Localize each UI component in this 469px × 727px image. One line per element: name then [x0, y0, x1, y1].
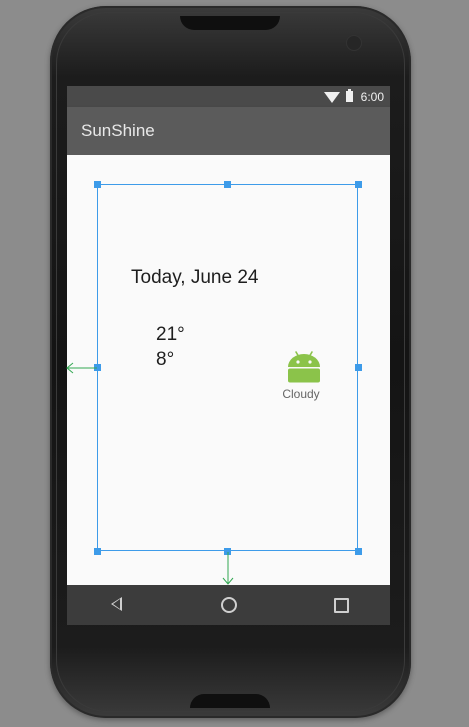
high-temperature[interactable]: 21°	[156, 324, 185, 346]
resize-handle-top-right[interactable]	[355, 181, 362, 188]
wifi-icon	[323, 92, 340, 103]
resize-handle-bottom-left[interactable]	[94, 548, 101, 555]
status-bar: 6:00	[67, 86, 390, 107]
low-temperature[interactable]: 8°	[156, 349, 174, 371]
earpiece	[180, 16, 280, 30]
navigation-bar	[67, 585, 390, 625]
date-text[interactable]: Today, June 24	[131, 267, 258, 289]
forecast-description[interactable]: Cloudy	[273, 387, 329, 401]
front-camera	[346, 35, 362, 51]
resize-handle-bottom-right[interactable]	[355, 548, 362, 555]
home-icon[interactable]	[221, 597, 237, 613]
resize-handle-top[interactable]	[224, 181, 231, 188]
app-bar: SunShine	[67, 107, 390, 155]
android-robot-icon[interactable]	[286, 348, 322, 384]
device-screen: 6:00 SunShine Today, June 24 21° 8° Clou…	[67, 86, 390, 625]
left-constraint-arrow	[66, 362, 97, 374]
status-icons: 6:00	[323, 89, 384, 104]
phone-chin	[190, 694, 270, 708]
bottom-constraint-arrow	[222, 552, 234, 585]
back-icon[interactable]	[111, 597, 122, 611]
forecast-detail[interactable]: Today, June 24 21° 8° Cloudy	[67, 155, 390, 585]
recents-icon[interactable]	[334, 598, 349, 613]
status-time: 6:00	[360, 89, 384, 104]
device-preview: 6:00 SunShine Today, June 24 21° 8° Clou…	[0, 0, 469, 727]
app-title: SunShine	[81, 121, 155, 140]
resize-handle-right[interactable]	[355, 364, 362, 371]
resize-handle-top-left[interactable]	[94, 181, 101, 188]
battery-icon	[345, 89, 353, 102]
